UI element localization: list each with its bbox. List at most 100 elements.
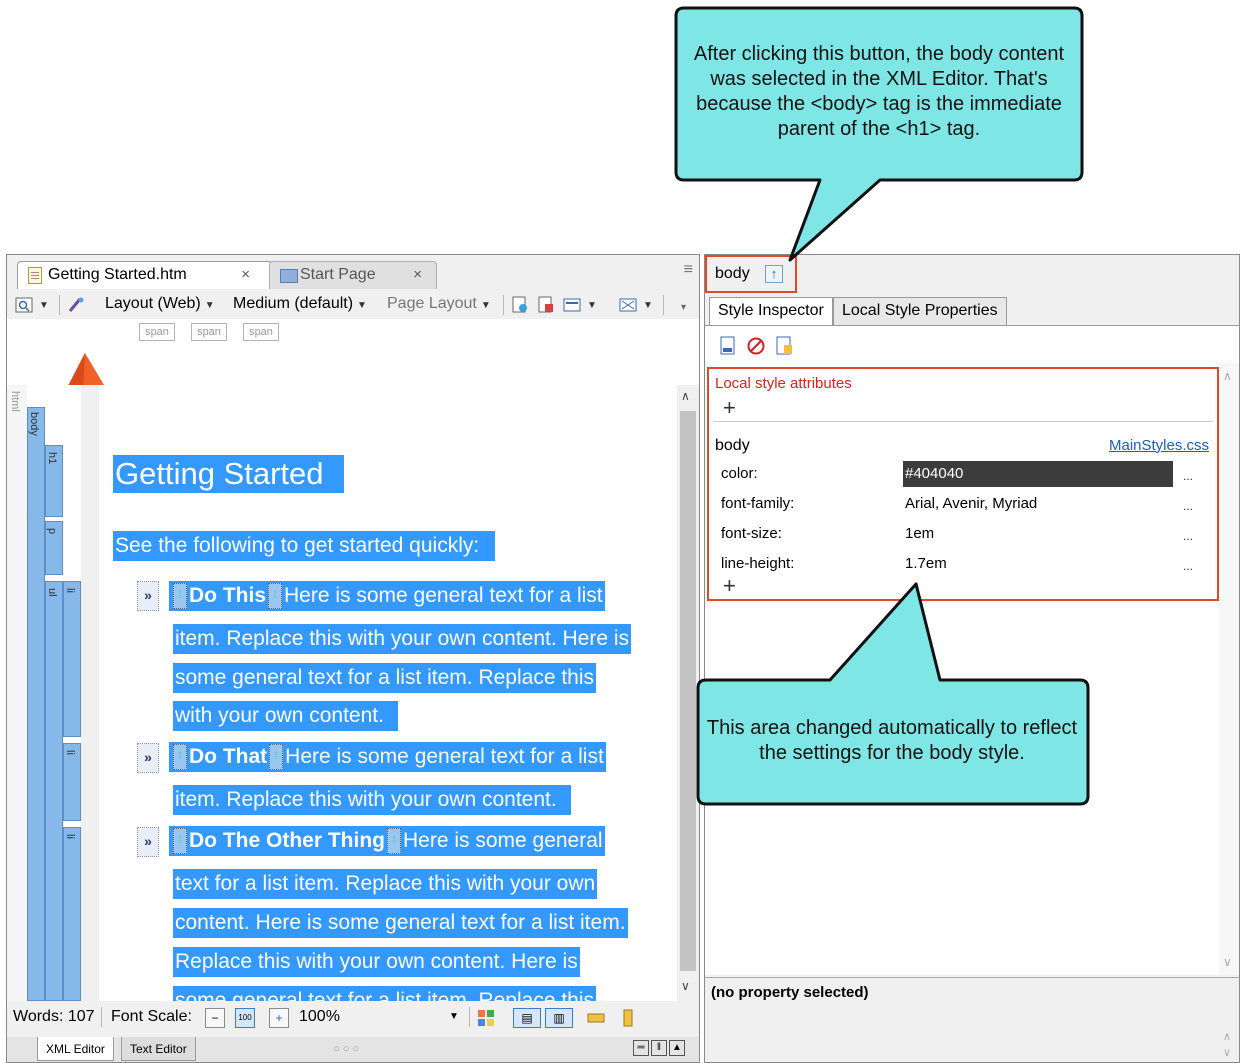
scrollbar-thumb[interactable] bbox=[680, 411, 696, 971]
structure-gutter bbox=[81, 385, 99, 1001]
property-more-button[interactable]: ... bbox=[1183, 523, 1193, 549]
span-tag-bar: span span span bbox=[7, 319, 699, 423]
scroll-down-icon[interactable]: ∨ bbox=[1223, 1046, 1231, 1059]
scroll-up-icon[interactable]: ∧ bbox=[681, 389, 690, 403]
font-scale-increase-button[interactable]: + bbox=[269, 1008, 289, 1028]
start-page-icon bbox=[280, 269, 298, 283]
tab-style-inspector[interactable]: Style Inspector bbox=[709, 297, 833, 325]
list-item-line[interactable]: some general text for a list item. Repla… bbox=[173, 986, 597, 1001]
new-style-icon[interactable] bbox=[719, 336, 737, 356]
structure-bar-h1[interactable]: h1 bbox=[45, 445, 63, 517]
font-scale-reset-button[interactable]: 100 bbox=[235, 1008, 255, 1028]
tab-getting-started[interactable]: Getting Started.htm × bbox=[17, 261, 273, 289]
property-value[interactable]: 1.7em bbox=[903, 551, 1173, 577]
property-more-button[interactable]: ... bbox=[1183, 553, 1193, 579]
add-property-icon[interactable]: + bbox=[723, 575, 736, 597]
list-item-line[interactable]: content. Here is some general text for a… bbox=[173, 908, 628, 938]
ruler-icon[interactable] bbox=[587, 1009, 605, 1027]
span-tag[interactable]: span bbox=[139, 323, 175, 341]
intro-paragraph[interactable]: See the following to get started quickly… bbox=[113, 531, 496, 561]
split-vertical-icon[interactable]: ‖ bbox=[651, 1040, 667, 1056]
li-label: li bbox=[64, 588, 76, 593]
track-changes-icon[interactable] bbox=[511, 296, 529, 314]
stylesheet-link[interactable]: MainStyles.css bbox=[1109, 437, 1209, 454]
close-icon[interactable]: × bbox=[241, 262, 250, 288]
scroll-up-icon[interactable]: ∧ bbox=[1223, 1030, 1231, 1043]
property-value[interactable]: #404040 bbox=[903, 461, 1173, 487]
toolbar-overflow-icon[interactable]: ▾ bbox=[681, 295, 686, 321]
block-bar-button[interactable]: ▤ bbox=[513, 1008, 541, 1028]
structure-bar-p[interactable]: p bbox=[45, 521, 63, 575]
layout-dropdown[interactable]: Layout (Web) ▼ bbox=[105, 291, 215, 319]
tab-local-style-properties[interactable]: Local Style Properties bbox=[833, 297, 1007, 325]
font-scale-decrease-button[interactable]: − bbox=[205, 1008, 225, 1028]
property-value[interactable]: 1em bbox=[903, 521, 1173, 547]
property-row-line-height[interactable]: line-height: 1.7em ... bbox=[721, 551, 1209, 579]
close-icon[interactable]: × bbox=[413, 262, 422, 288]
scroll-down-icon[interactable]: ∨ bbox=[681, 979, 690, 993]
chevron-down-icon[interactable]: ▼ bbox=[583, 291, 597, 319]
property-row-font-size[interactable]: font-size: 1em ... bbox=[721, 521, 1209, 549]
property-more-button[interactable]: ... bbox=[1183, 463, 1193, 489]
tab-xml-editor[interactable]: XML Editor bbox=[37, 1037, 114, 1061]
list-item-line[interactable]: some general text for a list item. Repla… bbox=[173, 663, 597, 693]
structure-bar-body[interactable]: body bbox=[27, 407, 45, 1001]
property-value[interactable]: Arial, Avenir, Myriad bbox=[903, 491, 1173, 517]
structure-bar-html[interactable]: html bbox=[7, 385, 27, 1001]
property-row-font-family[interactable]: font-family: Arial, Avenir, Myriad ... bbox=[721, 491, 1209, 519]
structure-bar-ul[interactable]: ul bbox=[45, 581, 63, 1001]
medium-dropdown[interactable]: Medium (default) ▼ bbox=[233, 291, 367, 319]
show-tags-icon[interactable] bbox=[563, 296, 581, 314]
splitter-grip-icon[interactable]: ○ ○ ○ bbox=[333, 1037, 359, 1061]
list-item-line[interactable]: ⁞ Do This ⁞ Here is some general text for a… bbox=[169, 581, 605, 611]
color-grid-icon[interactable] bbox=[477, 1009, 495, 1027]
property-row-color[interactable]: color: #404040 ... bbox=[721, 461, 1209, 489]
list-item-line[interactable]: Replace this with your own content. Here… bbox=[173, 947, 580, 977]
list-item-line[interactable]: text for a list item. Replace this with … bbox=[173, 869, 598, 899]
tab-start-page[interactable]: Start Page × bbox=[269, 261, 437, 289]
add-local-attribute-icon[interactable]: + bbox=[723, 397, 736, 419]
html-label: html bbox=[9, 391, 21, 412]
list-item-line[interactable]: item. Replace this with your own content… bbox=[173, 624, 632, 654]
list-item-line[interactable]: item. Replace this with your own content… bbox=[173, 785, 571, 815]
editor-status-bar: Words: 107 Font Scale: − 100 + 100% ▼ ▤ … bbox=[7, 1001, 699, 1035]
property-status-panel: (no property selected) ∧ ∨ bbox=[705, 977, 1239, 1062]
tab-label: Start Page bbox=[300, 266, 376, 283]
list-item-line[interactable]: ⁞ Do That ⁞ Here is some general text for a… bbox=[169, 742, 606, 772]
edit-stylesheet-icon[interactable] bbox=[775, 336, 793, 356]
chevron-down-icon[interactable]: ▼ bbox=[35, 291, 49, 319]
scroll-up-icon[interactable]: ∧ bbox=[1223, 369, 1232, 383]
page-layout-dropdown[interactable]: Page Layout ▼ bbox=[387, 291, 491, 319]
list-item-line[interactable]: with your own content. bbox=[173, 701, 398, 731]
document-body[interactable]: Getting Started See the following to get… bbox=[99, 385, 677, 1001]
editor-vertical-scrollbar[interactable]: ∧ ∨ bbox=[677, 385, 699, 1001]
scroll-down-icon[interactable]: ∨ bbox=[1223, 955, 1232, 969]
clear-style-icon[interactable] bbox=[747, 336, 765, 356]
span-tag[interactable]: span bbox=[243, 323, 279, 341]
structure-bar-li[interactable]: li bbox=[63, 581, 81, 737]
structure-bar-li[interactable]: li bbox=[63, 827, 81, 1001]
list-item-line[interactable]: ⁞ Do The Other Thing ⁞ Here is some general bbox=[169, 826, 605, 856]
review-icon[interactable] bbox=[537, 296, 555, 314]
property-more-button[interactable]: ... bbox=[1183, 493, 1193, 519]
inspector-vertical-scrollbar[interactable]: ∧ ∨ bbox=[1219, 363, 1239, 975]
callout-bottom-text: This area changed automatically to refle… bbox=[706, 717, 1078, 764]
preview-mode-icon[interactable]: ▲ bbox=[669, 1040, 685, 1056]
tab-list-menu-icon[interactable]: ≡ bbox=[684, 261, 693, 279]
chevron-down-icon[interactable]: ▼ bbox=[449, 1001, 459, 1033]
inspector-body: Local style attributes + body MainStyles… bbox=[705, 363, 1239, 975]
inspector-header: body ↑ bbox=[705, 255, 1239, 293]
local-style-attributes-highlight: Local style attributes + body MainStyles… bbox=[707, 367, 1219, 601]
markers-icon[interactable] bbox=[619, 296, 637, 314]
tab-text-editor[interactable]: Text Editor bbox=[121, 1037, 196, 1061]
structure-bar-li[interactable]: li bbox=[63, 743, 81, 821]
span-tag[interactable]: span bbox=[191, 323, 227, 341]
chevron-down-icon[interactable]: ▼ bbox=[639, 291, 653, 319]
conditions-icon[interactable] bbox=[67, 296, 85, 314]
vertical-ruler-icon[interactable] bbox=[619, 1009, 637, 1027]
property-name: color: bbox=[721, 465, 758, 482]
preview-icon[interactable] bbox=[15, 296, 33, 314]
page-heading[interactable]: Getting Started bbox=[113, 455, 344, 493]
split-horizontal-icon[interactable]: ═ bbox=[633, 1040, 649, 1056]
span-bar-button[interactable]: ▥ bbox=[545, 1008, 573, 1028]
